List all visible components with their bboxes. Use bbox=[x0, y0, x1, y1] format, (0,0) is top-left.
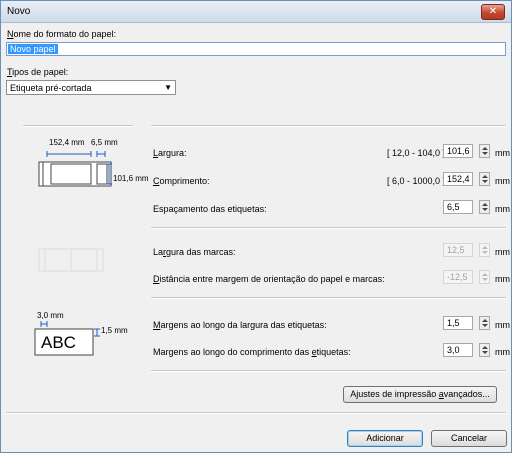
paper-type-value: Etiqueta pré-cortada bbox=[10, 83, 92, 93]
close-icon: ✕ bbox=[488, 6, 498, 17]
separator-top bbox=[151, 125, 506, 127]
width-unit: mm bbox=[495, 148, 510, 158]
width-range: [ 12,0 - 104,0 ] bbox=[387, 148, 446, 158]
format-name-value: Novo papel bbox=[8, 44, 58, 54]
margin-diagram: 3,0 mm ABC 1,5 mm bbox=[31, 311, 141, 361]
spacing-label: Espaçamento das etiquetas: bbox=[153, 204, 267, 214]
label-layout-icon bbox=[38, 151, 112, 187]
window-title: Novo bbox=[7, 6, 31, 17]
spin-up-icon[interactable] bbox=[482, 147, 488, 150]
margin-length-spinner[interactable] bbox=[479, 343, 490, 357]
margin-width-label: Margens ao longo da largura das etiqueta… bbox=[153, 320, 327, 330]
mark-width-label: Largura das marcas: bbox=[153, 247, 236, 257]
length-spinner[interactable] bbox=[479, 172, 490, 186]
mark-width-unit: mm bbox=[495, 247, 510, 257]
length-label: Comprimento: bbox=[153, 176, 210, 186]
spin-up-icon[interactable] bbox=[482, 246, 488, 249]
margin-length-input[interactable]: 3,0 bbox=[443, 343, 473, 357]
separator-top-left bbox=[23, 125, 133, 127]
width-input[interactable]: 101,6 bbox=[443, 144, 473, 158]
spin-up-icon[interactable] bbox=[482, 346, 488, 349]
margin-length-label: Margens ao longo do comprimento das etiq… bbox=[153, 347, 351, 357]
spin-down-icon[interactable] bbox=[482, 208, 488, 211]
close-button[interactable]: ✕ bbox=[481, 4, 505, 20]
spin-down-icon[interactable] bbox=[482, 278, 488, 281]
margin-length-unit: mm bbox=[495, 347, 510, 357]
mark-distance-input[interactable]: -12,5 bbox=[443, 270, 473, 284]
separator-mid bbox=[151, 227, 506, 229]
margin-width-unit: mm bbox=[495, 320, 510, 330]
spacing-input[interactable]: 6,5 bbox=[443, 200, 473, 214]
separator-advanced bbox=[151, 370, 506, 372]
width-spinner[interactable] bbox=[479, 144, 490, 158]
dialog-window: Novo ✕ Nome do formato do papel: Novo pa… bbox=[0, 0, 512, 453]
format-name-label: Nome do formato do papel: bbox=[7, 29, 117, 39]
mark-distance-spinner[interactable] bbox=[479, 270, 490, 284]
cancel-button[interactable]: Cancelar bbox=[431, 430, 507, 447]
diagram-gap-text: 6,5 mm bbox=[91, 138, 118, 147]
margin-sample-text: ABC bbox=[41, 333, 76, 352]
spacing-unit: mm bbox=[495, 204, 510, 214]
spin-up-icon[interactable] bbox=[482, 203, 488, 206]
separator-bottom bbox=[6, 412, 506, 414]
label-dimensions-diagram: 152,4 mm 6,5 mm 101,6 mm bbox=[31, 136, 151, 206]
spin-up-icon[interactable] bbox=[482, 319, 488, 322]
margin-side-text: 1,5 mm bbox=[101, 326, 128, 335]
length-unit: mm bbox=[495, 176, 510, 186]
title-bar[interactable]: Novo ✕ bbox=[1, 1, 511, 23]
chevron-down-icon: ▼ bbox=[164, 83, 172, 92]
length-input[interactable]: 152,4 bbox=[443, 172, 473, 186]
mark-width-input[interactable]: 12,5 bbox=[443, 243, 473, 257]
paper-type-select[interactable]: Etiqueta pré-cortada ▼ bbox=[6, 80, 176, 95]
mark-distance-label: Distância entre margem de orientação do … bbox=[153, 274, 385, 284]
spin-up-icon[interactable] bbox=[482, 273, 488, 276]
margin-width-spinner[interactable] bbox=[479, 316, 490, 330]
length-range: [ 6,0 - 1000,0 ] bbox=[387, 176, 446, 186]
spin-down-icon[interactable] bbox=[482, 152, 488, 155]
spin-down-icon[interactable] bbox=[482, 251, 488, 254]
diagram-width-text: 152,4 mm bbox=[49, 138, 85, 147]
spin-down-icon[interactable] bbox=[482, 324, 488, 327]
advanced-settings-button[interactable]: Ajustes de impressão avançados... bbox=[343, 386, 497, 403]
add-button[interactable]: Adicionar bbox=[347, 430, 423, 447]
separator-margins bbox=[151, 297, 506, 299]
mark-width-spinner[interactable] bbox=[479, 243, 490, 257]
paper-type-label: Tipos de papel: bbox=[7, 67, 69, 77]
margin-width-input[interactable]: 1,5 bbox=[443, 316, 473, 330]
marks-diagram-icon bbox=[38, 248, 104, 272]
diagram-height-text: 101,6 mm bbox=[113, 174, 149, 183]
spin-up-icon[interactable] bbox=[482, 175, 488, 178]
margin-top-text: 3,0 mm bbox=[37, 311, 64, 320]
spacing-spinner[interactable] bbox=[479, 200, 490, 214]
spin-down-icon[interactable] bbox=[482, 180, 488, 183]
width-label: Largura: bbox=[153, 148, 187, 158]
format-name-input[interactable]: Novo papel bbox=[6, 42, 506, 56]
mark-distance-unit: mm bbox=[495, 274, 510, 284]
spin-down-icon[interactable] bbox=[482, 351, 488, 354]
